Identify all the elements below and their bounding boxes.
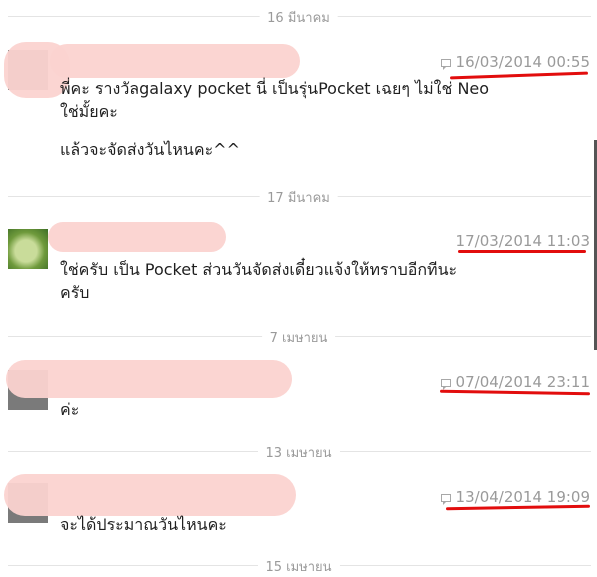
message-line: แล้วจะจัดส่งวันไหนคะ^^ [60, 140, 240, 159]
date-separator-label: 7 เมษายน [261, 327, 336, 348]
date-separator: 7 เมษายน [0, 326, 597, 348]
message-timestamp: 07/04/2014 23:11 [440, 373, 590, 391]
timestamp-text: 13/04/2014 19:09 [455, 488, 590, 506]
date-separator: 16 มีนาคม [0, 6, 597, 28]
date-separator-label: 15 เมษายน [257, 556, 340, 577]
comment-icon [440, 379, 451, 390]
message-line: ใช่ครับ เป็น Pocket ส่วนวันจัดส่งเดี๋ยวแ… [60, 260, 458, 279]
redacted-username [4, 474, 296, 516]
redacted-username [50, 44, 300, 78]
message-line: จะได้ประมาณวันไหนคะ [60, 515, 227, 534]
message-timestamp: 16/03/2014 00:55 [440, 53, 590, 71]
avatar[interactable] [8, 229, 48, 269]
comment-icon [440, 59, 451, 70]
message-line: ใช่มั้ยคะ [60, 102, 118, 121]
timestamp-text: 07/04/2014 23:11 [455, 373, 590, 391]
message-body: พี่คะ รางวัลgalaxy pocket นี่ เป็นรุ่นPo… [60, 77, 540, 161]
timestamp-text: 16/03/2014 00:55 [455, 53, 590, 71]
comment-icon [440, 494, 451, 505]
message-timestamp: 17/03/2014 11:03 [456, 232, 590, 250]
annotation-underline [458, 250, 586, 253]
message-line: ค่ะ [60, 400, 80, 419]
message-body: ใช่ครับ เป็น Pocket ส่วนวันจัดส่งเดี๋ยวแ… [60, 258, 540, 304]
redacted-username [6, 360, 292, 398]
date-separator-label: 17 มีนาคม [259, 187, 338, 208]
redacted-username [48, 222, 226, 252]
date-separator: 15 เมษายน [0, 555, 597, 577]
message-body: จะได้ประมาณวันไหนคะ [60, 513, 540, 536]
date-separator: 13 เมษายน [0, 441, 597, 463]
message-line: ครับ [60, 283, 90, 302]
date-separator-label: 13 เมษายน [257, 442, 340, 463]
message-line: พี่คะ รางวัลgalaxy pocket นี่ เป็นรุ่นPo… [60, 79, 490, 98]
timestamp-text: 17/03/2014 11:03 [455, 232, 590, 250]
date-separator-label: 16 มีนาคม [259, 7, 338, 28]
date-separator: 17 มีนาคม [0, 186, 597, 208]
message-timestamp: 13/04/2014 19:09 [440, 488, 590, 506]
message-body: ค่ะ [60, 398, 540, 421]
